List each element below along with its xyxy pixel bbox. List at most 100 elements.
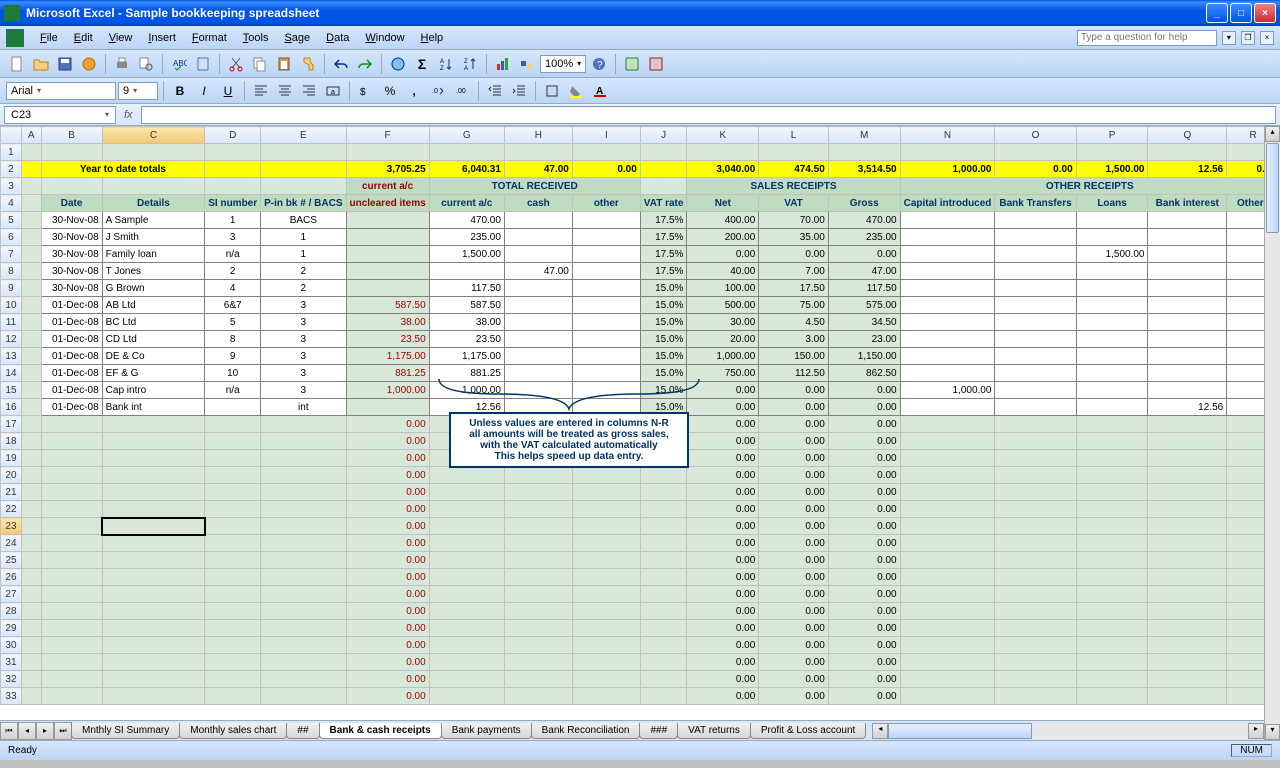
row-header[interactable]: 9 bbox=[1, 280, 22, 297]
sheet-tab[interactable]: Monthly sales chart bbox=[179, 723, 287, 739]
new-icon[interactable] bbox=[6, 53, 28, 75]
cut-icon[interactable] bbox=[225, 53, 247, 75]
row-header[interactable]: 18 bbox=[1, 433, 22, 450]
row-header[interactable]: 33 bbox=[1, 688, 22, 705]
underline-button[interactable]: U bbox=[217, 80, 239, 102]
row-header[interactable]: 17 bbox=[1, 416, 22, 433]
format-painter-icon[interactable] bbox=[297, 53, 319, 75]
tab-nav-prev[interactable]: ◂ bbox=[18, 722, 36, 740]
spelling-icon[interactable]: ABC bbox=[168, 53, 190, 75]
maximize-button[interactable]: □ bbox=[1230, 3, 1252, 23]
row-header[interactable]: 29 bbox=[1, 620, 22, 637]
research-icon[interactable] bbox=[192, 53, 214, 75]
row-header[interactable]: 1 bbox=[1, 144, 22, 161]
menu-format[interactable]: Format bbox=[184, 29, 235, 47]
col-header-G[interactable]: G bbox=[429, 127, 504, 144]
increase-indent-icon[interactable] bbox=[508, 80, 530, 102]
sort-desc-icon[interactable]: ZA bbox=[459, 53, 481, 75]
open-icon[interactable] bbox=[30, 53, 52, 75]
sheet-tab[interactable]: Bank payments bbox=[441, 723, 532, 739]
hscroll-right[interactable]: ▸ bbox=[1248, 723, 1264, 739]
percent-icon[interactable]: % bbox=[379, 80, 401, 102]
col-header-B[interactable]: B bbox=[41, 127, 102, 144]
row-header[interactable]: 11 bbox=[1, 314, 22, 331]
formula-input[interactable] bbox=[141, 106, 1276, 124]
row-header[interactable]: 4 bbox=[1, 195, 22, 212]
sheet-tab[interactable]: Bank & cash receipts bbox=[319, 723, 442, 739]
decrease-decimal-icon[interactable]: .00 bbox=[451, 80, 473, 102]
permission-icon[interactable] bbox=[78, 53, 100, 75]
row-header[interactable]: 27 bbox=[1, 586, 22, 603]
redo-icon[interactable] bbox=[354, 53, 376, 75]
save-icon[interactable] bbox=[54, 53, 76, 75]
minimize-button[interactable]: _ bbox=[1206, 3, 1228, 23]
align-left-icon[interactable] bbox=[250, 80, 272, 102]
fx-icon[interactable]: fx bbox=[124, 109, 133, 121]
custom-btn-2-icon[interactable] bbox=[645, 53, 667, 75]
autosum-icon[interactable]: Σ bbox=[411, 53, 433, 75]
name-box[interactable]: C23▾ bbox=[4, 106, 116, 124]
decrease-indent-icon[interactable] bbox=[484, 80, 506, 102]
increase-decimal-icon[interactable]: .0 bbox=[427, 80, 449, 102]
font-combo[interactable]: Arial▾ bbox=[6, 82, 116, 100]
row-header[interactable]: 30 bbox=[1, 637, 22, 654]
row-header[interactable]: 5 bbox=[1, 212, 22, 229]
sheet-tab[interactable]: Bank Reconciliation bbox=[531, 723, 641, 739]
help-search-input[interactable] bbox=[1077, 30, 1217, 46]
row-header[interactable]: 15 bbox=[1, 382, 22, 399]
menu-help[interactable]: Help bbox=[413, 29, 452, 47]
paste-icon[interactable] bbox=[273, 53, 295, 75]
borders-icon[interactable] bbox=[541, 80, 563, 102]
dropdown-icon[interactable]: ▾ bbox=[1222, 31, 1236, 45]
col-header-J[interactable]: J bbox=[640, 127, 687, 144]
sheet-tab[interactable]: ### bbox=[639, 723, 678, 739]
align-center-icon[interactable] bbox=[274, 80, 296, 102]
row-header[interactable]: 3 bbox=[1, 178, 22, 195]
menu-view[interactable]: View bbox=[101, 29, 141, 47]
col-header-H[interactable]: H bbox=[504, 127, 572, 144]
col-header-E[interactable]: E bbox=[261, 127, 346, 144]
row-header[interactable]: 6 bbox=[1, 229, 22, 246]
col-header-N[interactable]: N bbox=[900, 127, 995, 144]
scroll-thumb[interactable] bbox=[1266, 143, 1279, 233]
sheet-tab[interactable]: VAT returns bbox=[677, 723, 751, 739]
menu-edit[interactable]: Edit bbox=[66, 29, 101, 47]
vertical-scrollbar[interactable]: ▴ ▾ bbox=[1264, 126, 1280, 740]
row-header[interactable]: 14 bbox=[1, 365, 22, 382]
row-header[interactable]: 10 bbox=[1, 297, 22, 314]
col-header-F[interactable]: F bbox=[346, 127, 429, 144]
fill-color-icon[interactable] bbox=[565, 80, 587, 102]
row-header[interactable]: 2 bbox=[1, 161, 22, 178]
sheet-tab[interactable]: Mnthly SI Summary bbox=[71, 723, 180, 739]
zoom-combo[interactable]: 100%▾ bbox=[540, 55, 586, 73]
row-header[interactable]: 12 bbox=[1, 331, 22, 348]
hscroll-thumb[interactable] bbox=[888, 723, 1032, 739]
menu-tools[interactable]: Tools bbox=[235, 29, 277, 47]
tab-nav-last[interactable]: ⏭ bbox=[54, 722, 72, 740]
sheet-tab[interactable]: ## bbox=[286, 723, 319, 739]
font-size-combo[interactable]: 9▾ bbox=[118, 82, 158, 100]
sort-asc-icon[interactable]: AZ bbox=[435, 53, 457, 75]
hscroll-left[interactable]: ◂ bbox=[872, 723, 888, 739]
sheet-tab[interactable]: Profit & Loss account bbox=[750, 723, 867, 739]
row-header[interactable]: 25 bbox=[1, 552, 22, 569]
row-header[interactable]: 22 bbox=[1, 501, 22, 518]
col-header-A[interactable]: A bbox=[21, 127, 41, 144]
col-header-M[interactable]: M bbox=[828, 127, 900, 144]
font-color-icon[interactable]: A bbox=[589, 80, 611, 102]
scroll-down-button[interactable]: ▾ bbox=[1265, 724, 1280, 740]
col-header-I[interactable]: I bbox=[572, 127, 640, 144]
undo-icon[interactable] bbox=[330, 53, 352, 75]
col-header-O[interactable]: O bbox=[995, 127, 1076, 144]
spreadsheet-grid[interactable]: ABCDEFGHIJKLMNOPQR12Year to date totals3… bbox=[0, 126, 1280, 740]
scroll-up-button[interactable]: ▴ bbox=[1265, 126, 1280, 142]
row-header[interactable]: 31 bbox=[1, 654, 22, 671]
menu-file[interactable]: File bbox=[32, 29, 66, 47]
merge-center-icon[interactable]: a bbox=[322, 80, 344, 102]
tab-nav-first[interactable]: ⏮ bbox=[0, 722, 18, 740]
close-workbook-button[interactable]: × bbox=[1260, 31, 1274, 45]
custom-btn-1-icon[interactable] bbox=[621, 53, 643, 75]
col-header-P[interactable]: P bbox=[1076, 127, 1148, 144]
menu-sage[interactable]: Sage bbox=[276, 29, 318, 47]
row-header[interactable]: 8 bbox=[1, 263, 22, 280]
